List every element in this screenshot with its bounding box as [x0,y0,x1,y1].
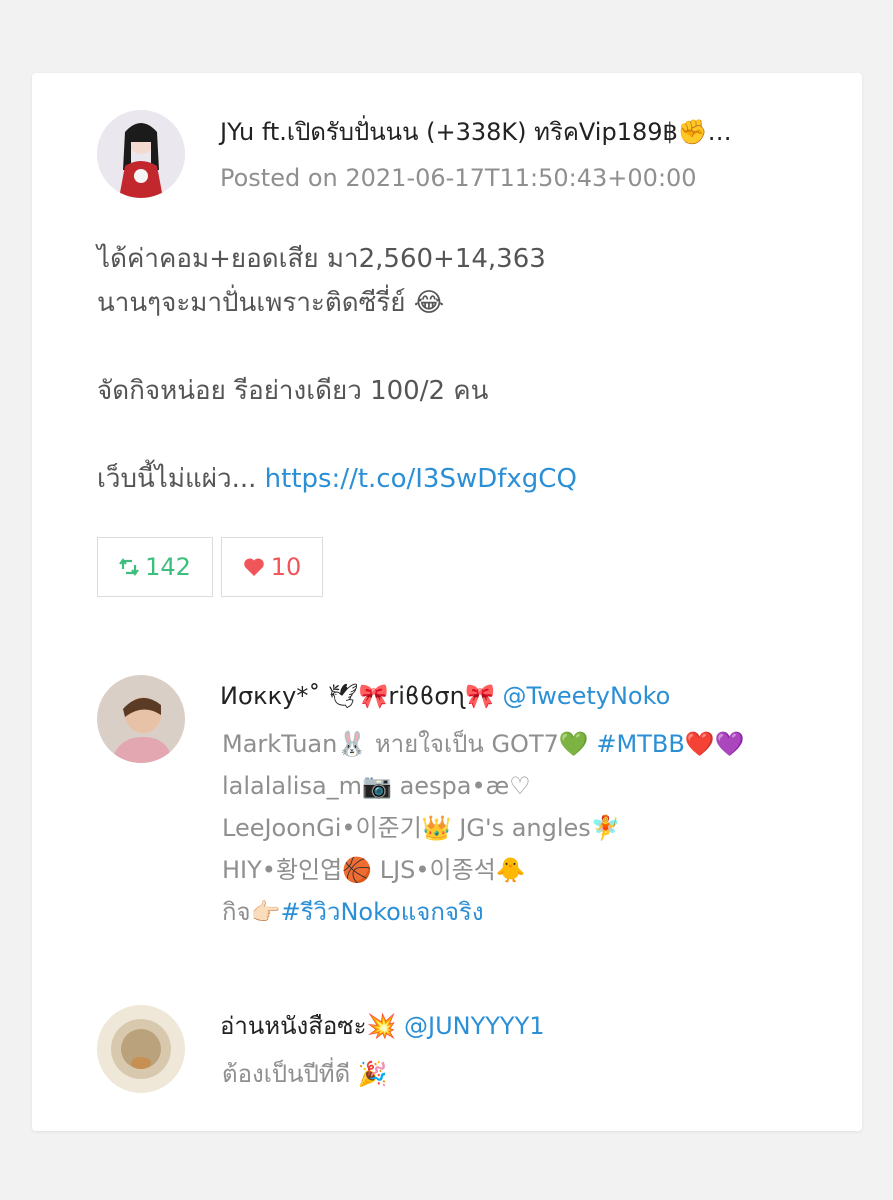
user-bio-line: MarkTuan🐰 หายใจเป็น GOT7💚 #MTBB❤️💜 [222,729,745,759]
bio-text: กิจ👉🏻 [222,898,281,926]
user-bio-line: lalalalisa_m📷 aespa•æ♡ [222,772,531,800]
heart-icon [243,557,265,577]
retweet-count: 142 [145,553,191,581]
user-handle[interactable]: @JUNYYYY1 [404,1012,545,1040]
author-name[interactable]: JYu ft.เปิดรับปั่นนน (+338K) ทริคVip189฿… [220,117,732,147]
user-handle[interactable]: @TweetyNoko [503,682,671,710]
bio-text: MarkTuan🐰 หายใจเป็น GOT7💚 [222,730,597,758]
hashtag-link[interactable]: #MTBB [596,730,684,758]
hashtag-link[interactable]: #รีวิวNokoแจกจริง [280,898,483,926]
user-name[interactable]: Иσкку*˚ 🕊🎀riϐϐσɳ🎀 @TweetyNoko [220,681,670,711]
post-line-2: นานๆจะมาปั่นเพราะติดซีรี่ย์ 😂 [97,288,445,318]
user-display-name: อ่านหนังสือซะ💥 [220,1012,397,1040]
post-line-4: เว็บนี้ไม่แผ่ว... https://t.co/I3SwDfxgC… [97,457,577,501]
user-bio-line: ต้องเป็นปีที่ดี 🎉 [222,1060,388,1088]
post-card: JYu ft.เปิดรับปั่นนน (+338K) ทริคVip189฿… [32,73,862,1131]
author-avatar[interactable] [97,110,185,198]
user-avatar[interactable] [97,675,185,763]
like-button[interactable]: 10 [221,537,323,597]
user-bio-line: LeeJoonGi•이준기👑 JG's angles🧚 [222,814,621,842]
post-link[interactable]: https://t.co/I3SwDfxgCQ [265,464,577,494]
post-timestamp: Posted on 2021-06-17T11:50:43+00:00 [220,164,697,192]
retweet-icon [119,558,139,576]
user-avatar[interactable] [97,1005,185,1093]
post-line-4-text: เว็บนี้ไม่แผ่ว... [97,464,265,494]
user-display-name: Иσкку*˚ 🕊🎀riϐϐσɳ🎀 [220,682,495,710]
like-count: 10 [270,553,302,581]
post-line-1: ได้ค่าคอม+ยอดเสีย มา2,560+14,363 [97,244,546,274]
post-line-3: จัดกิจหน่อย รีอย่างเดียว 100/2 คน [97,376,489,406]
user-name[interactable]: อ่านหนังสือซะ💥 @JUNYYYY1 [220,1011,545,1041]
retweet-button[interactable]: 142 [97,537,213,597]
user-bio-line: HIY•황인엽🏀 LJS•이종석🐥 [222,856,526,884]
user-bio-line: กิจ👉🏻#รีวิวNokoแจกจริง [222,897,484,927]
bio-emoji: ❤️💜 [684,730,745,758]
